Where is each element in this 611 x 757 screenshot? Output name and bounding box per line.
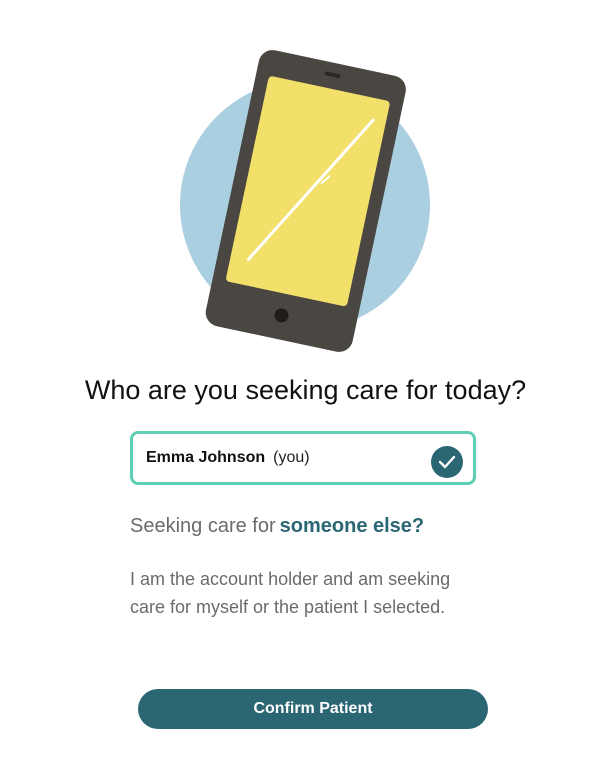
patient-name: Emma Johnson	[146, 449, 266, 466]
phone-illustration	[180, 50, 430, 352]
patient-relation: (you)	[273, 449, 310, 466]
someone-else-line: Seeking care for someone else?	[130, 512, 424, 540]
confirm-patient-button[interactable]: Confirm Patient	[138, 689, 488, 729]
account-holder-description: I am the account holder and am seeking c…	[130, 569, 451, 617]
page-title: Who are you seeking care for today?	[84, 375, 527, 405]
someone-else-prefix: Seeking care for	[130, 515, 276, 537]
smartphone-icon	[205, 50, 406, 352]
checkmark-icon	[431, 446, 463, 478]
someone-else-link[interactable]: someone else?	[280, 515, 425, 537]
patient-option-card[interactable]: Emma Johnson (you)	[130, 431, 476, 485]
